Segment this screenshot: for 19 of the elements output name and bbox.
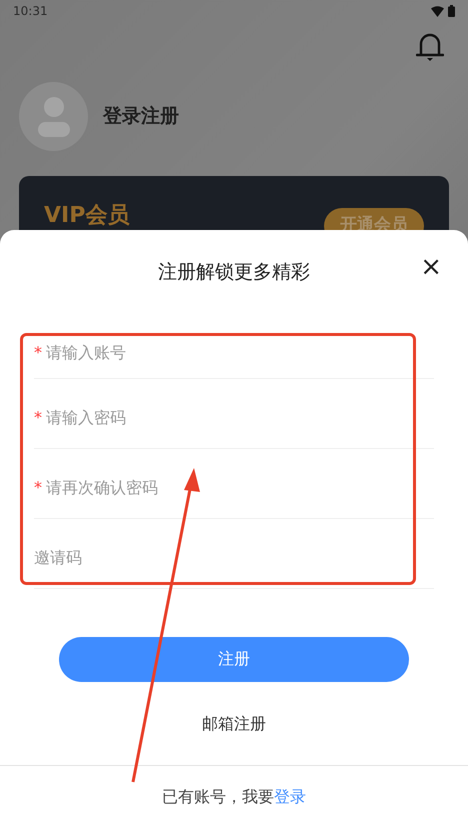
input-field[interactable]: 请再次确认密码 [46,476,434,500]
status-time: 10:31 [13,3,48,20]
required-mark: * [34,477,42,499]
input-field[interactable]: 请输入账号 [46,340,434,364]
bell-icon[interactable] [416,32,444,62]
close-button[interactable]: × [420,252,442,282]
wifi-icon [431,6,444,16]
required-mark: * [34,407,42,429]
required-mark: * [34,342,42,364]
register-button[interactable]: 注册 [59,636,409,682]
input-field[interactable]: 请输入密码 [46,406,434,430]
login-link[interactable]: 登录 [274,786,306,806]
email-register-link[interactable]: 邮箱注册 [202,712,266,736]
sheet-title: 注册解锁更多精彩 [158,260,310,285]
input-field[interactable]: 邀请码 [34,546,434,570]
battery-icon [448,5,455,17]
vip-title: VIP会员 [44,202,130,230]
login-prompt: 已有账号，我要登录 [162,786,306,808]
profile-name[interactable]: 登录注册 [103,102,179,131]
